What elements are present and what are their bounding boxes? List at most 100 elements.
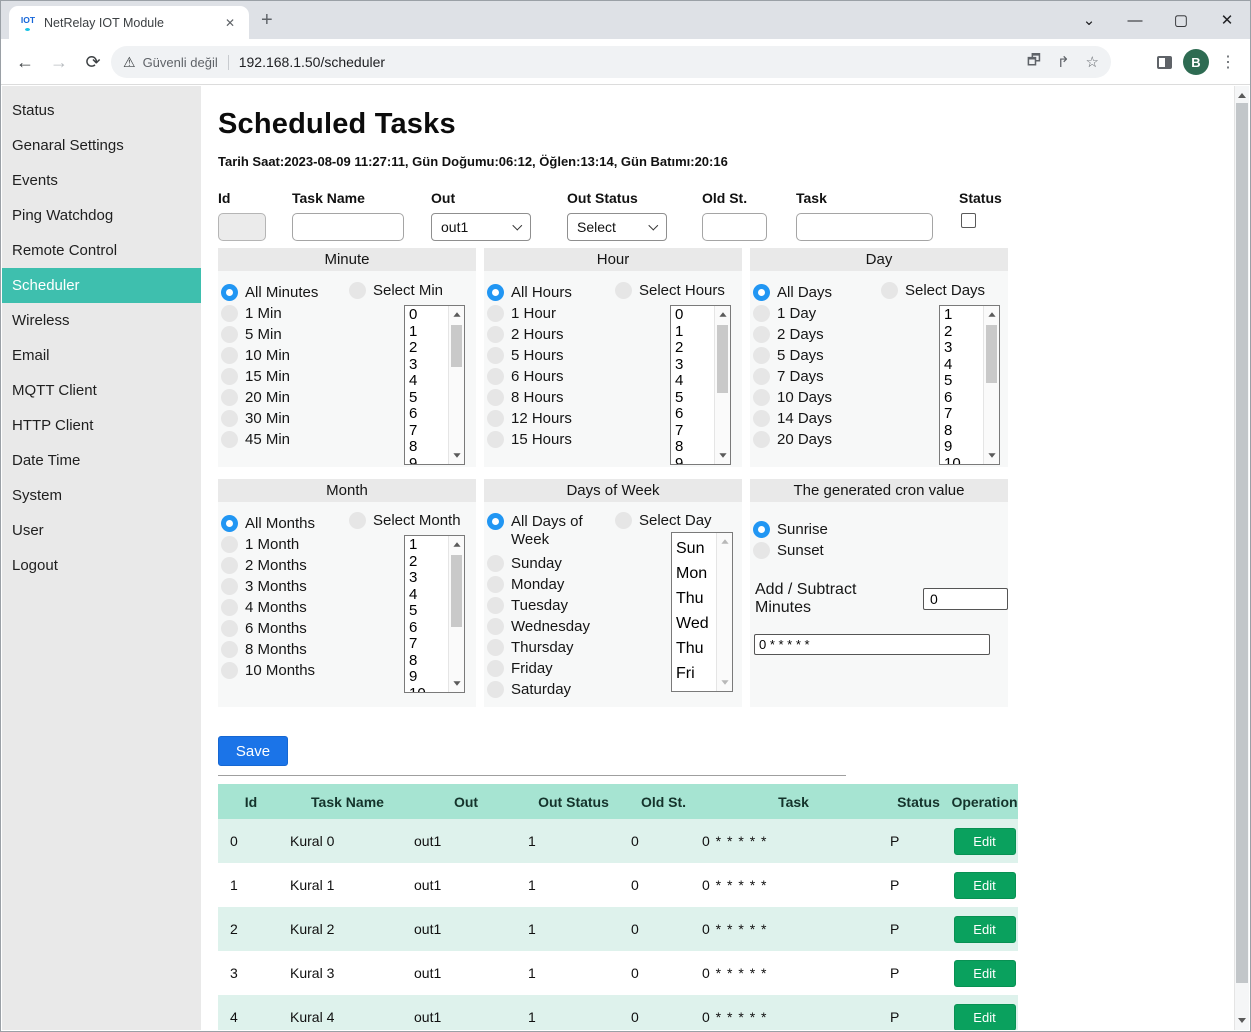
out-status-select[interactable]: Select [567,213,667,241]
tab-search-chevron-icon[interactable]: ⌄ [1066,1,1112,39]
new-tab-button[interactable]: + [261,9,273,31]
listbox-option[interactable]: 8 [409,653,447,670]
translate-icon[interactable]: 🗗 [1027,50,1041,75]
listbox-option[interactable]: 5 [675,390,713,407]
listbox-option[interactable]: 7 [409,636,447,653]
sidebar-item-remote-control[interactable]: Remote Control [2,233,201,268]
listbox-option[interactable]: 7 [409,423,447,440]
listbox-option[interactable]: 4 [409,373,447,390]
listbox-option[interactable]: 7 [675,423,713,440]
listbox-option[interactable]: 9 [409,456,447,465]
scroll-down-icon[interactable] [1238,1018,1246,1023]
tab-close-icon[interactable]: ✕ [221,14,239,32]
back-icon[interactable]: ← [11,48,39,76]
radio-select-day[interactable]: Select Day [615,512,712,529]
radio-select-month[interactable]: Select Month [349,512,461,529]
day-listbox[interactable]: 1 2 3 4 5 6 7 8 9 10 [939,305,1000,465]
scroll-up-icon[interactable] [719,312,726,317]
scroll-thumb[interactable] [451,555,462,627]
listbox-option[interactable]: 3 [409,357,447,374]
edit-button[interactable]: Edit [954,960,1016,987]
menu-kebab-icon[interactable]: ⋮ [1214,48,1242,76]
listbox-option[interactable]: 5 [944,373,982,390]
sidebar-item-email[interactable]: Email [2,338,201,373]
out-select[interactable]: out1 [431,213,531,241]
listbox-option[interactable]: 6 [675,406,713,423]
sidebar-item-events[interactable]: Events [2,163,201,198]
radio-select-hours[interactable]: Select Hours [615,282,725,299]
scroll-thumb[interactable] [717,325,728,393]
edit-button[interactable]: Edit [954,1004,1016,1031]
listbox-scrollbar[interactable] [448,306,464,464]
sidebar-item-date-time[interactable]: Date Time [2,443,201,478]
cron-value-field[interactable] [754,634,990,655]
page-scrollbar[interactable] [1234,86,1249,1030]
radio-sunrise[interactable]: Sunrise [753,519,1008,540]
listbox-option[interactable]: 6 [409,406,447,423]
profile-avatar[interactable]: B [1182,48,1210,76]
scroll-up-icon[interactable] [1238,93,1246,98]
browser-tab[interactable]: IOT NetRelay IOT Module ✕ [9,6,249,39]
minute-listbox[interactable]: 0 1 2 3 4 5 6 7 8 9 [404,305,465,465]
task-name-field[interactable] [292,213,404,241]
listbox-option[interactable]: 0 [409,307,447,324]
forward-icon[interactable]: → [45,48,73,76]
edit-button[interactable]: Edit [954,916,1016,943]
url-text[interactable]: 192.168.1.50/scheduler [229,54,1011,70]
listbox-option[interactable]: Sun [676,536,715,561]
listbox-option[interactable]: 10 [944,456,982,465]
listbox-scrollbar[interactable] [983,306,999,464]
listbox-option[interactable]: Thu [676,586,715,611]
save-button[interactable]: Save [218,736,288,766]
listbox-option[interactable]: 1 [409,324,447,341]
scroll-up-icon[interactable] [988,312,995,317]
listbox-option[interactable]: 3 [675,357,713,374]
listbox-option[interactable]: 6 [409,620,447,637]
listbox-option[interactable]: 2 [409,340,447,357]
listbox-scrollbar[interactable] [714,306,730,464]
bookmark-star-icon[interactable]: ☆ [1086,53,1099,71]
scroll-thumb[interactable] [451,325,462,367]
scroll-down-icon[interactable] [453,681,460,686]
listbox-option[interactable]: 8 [944,423,982,440]
listbox-option[interactable]: 1 [944,307,982,324]
listbox-option[interactable]: Thu [676,636,715,661]
listbox-option[interactable]: 2 [409,554,447,571]
add-subtract-minutes-field[interactable] [923,588,1008,610]
listbox-option[interactable]: 9 [409,669,447,686]
listbox-option[interactable]: 1 [675,324,713,341]
listbox-option[interactable]: 0 [675,307,713,324]
sidebar-item-system[interactable]: System [2,478,201,513]
window-maximize-button[interactable]: ▢ [1158,1,1204,39]
side-panel-icon[interactable] [1150,48,1178,76]
address-bar[interactable]: ⚠ Güvenli değil 192.168.1.50/scheduler 🗗… [111,46,1111,78]
listbox-option[interactable]: Fri [676,661,715,686]
scroll-down-icon[interactable] [988,453,995,458]
scroll-up-icon[interactable] [453,542,460,547]
sidebar-item-wireless[interactable]: Wireless [2,303,201,338]
listbox-option[interactable]: 4 [675,373,713,390]
window-close-button[interactable]: ✕ [1204,1,1250,39]
sidebar-item-status[interactable]: Status [2,93,201,128]
radio-sunset[interactable]: Sunset [753,540,1008,561]
listbox-option[interactable]: 8 [409,439,447,456]
listbox-option[interactable]: 4 [944,357,982,374]
sidebar-item-ping-watchdog[interactable]: Ping Watchdog [2,198,201,233]
scroll-thumb[interactable] [1236,103,1248,983]
listbox-option[interactable]: 2 [944,324,982,341]
listbox-option[interactable]: 9 [944,439,982,456]
listbox-option[interactable]: 9 [675,456,713,465]
listbox-option[interactable]: 2 [675,340,713,357]
status-checkbox[interactable] [961,213,976,228]
listbox-option[interactable]: 10 [409,686,447,693]
radio-select-days[interactable]: Select Days [881,282,985,299]
listbox-option[interactable]: 1 [409,537,447,554]
not-secure-warning-icon[interactable]: ⚠ [123,54,136,71]
old-st-field[interactable] [702,213,767,241]
sidebar-item-scheduler[interactable]: Scheduler [2,268,201,303]
listbox-option[interactable]: Sat [676,686,715,691]
sidebar-item-general-settings[interactable]: Genaral Settings [2,128,201,163]
month-listbox[interactable]: 1 2 3 4 5 6 7 8 9 10 [404,535,465,693]
hour-listbox[interactable]: 0 1 2 3 4 5 6 7 8 9 [670,305,731,465]
listbox-option[interactable]: 7 [944,406,982,423]
